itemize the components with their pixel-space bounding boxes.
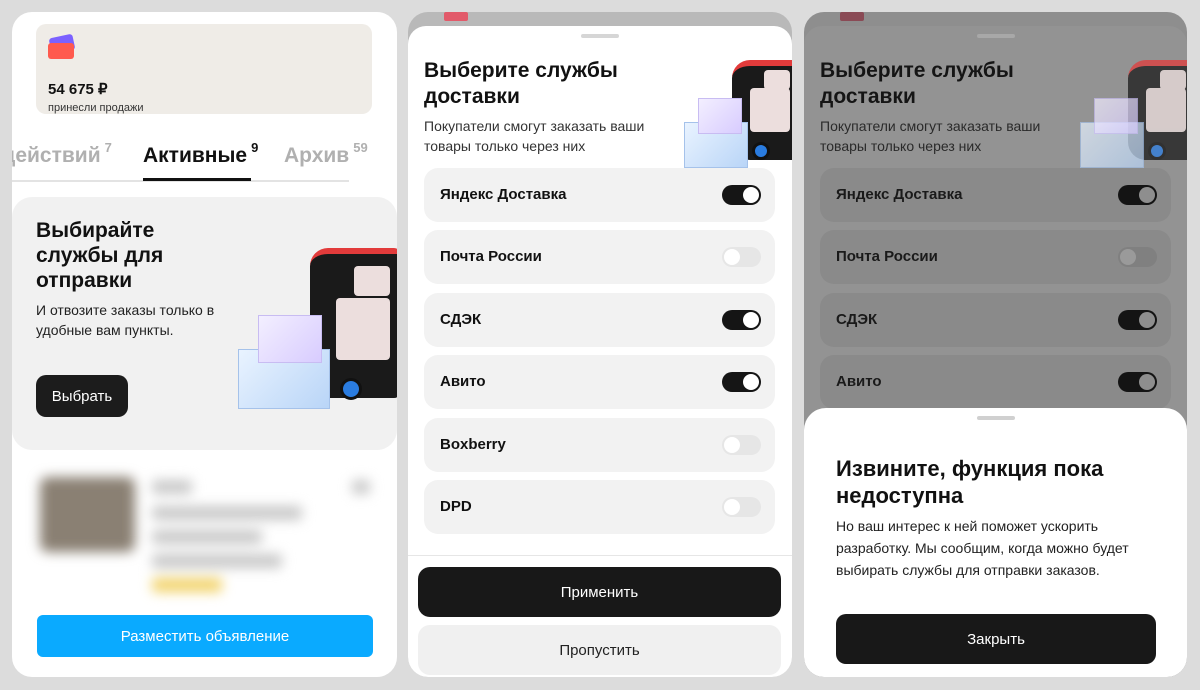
service-toggle <box>1118 372 1157 392</box>
sales-caption: принесли продажи <box>48 102 144 114</box>
blurred-listing <box>32 462 377 607</box>
modal-grabber[interactable] <box>976 416 1015 420</box>
sheet-grabber[interactable] <box>581 34 619 38</box>
box-illustration <box>698 98 742 134</box>
delivery-promo-card: Выбирайте службы для отправки И отвозите… <box>12 197 397 450</box>
tab-count: 9 <box>251 140 259 155</box>
service-name: DPD <box>440 498 472 515</box>
service-name: Почта России <box>440 248 542 265</box>
active-tab-indicator <box>143 178 251 181</box>
service-name: Яндекс Доставка <box>440 186 567 203</box>
service-row: СДЭК <box>820 293 1171 347</box>
tab-archive[interactable]: Архив 59 <box>284 140 368 168</box>
service-toggle[interactable] <box>722 247 761 267</box>
service-row[interactable]: Почта России <box>424 230 775 284</box>
service-row[interactable]: СДЭК <box>424 293 775 347</box>
service-row: Авито <box>820 355 1171 409</box>
sheet-title: Выберите службы доставки <box>820 59 1014 108</box>
tab-count: 7 <box>104 140 112 155</box>
service-name: СДЭК <box>440 311 482 328</box>
service-row[interactable]: DPD <box>424 480 775 534</box>
tab-inactive[interactable]: действий7 <box>12 140 112 168</box>
modal-title: Извините, функция пока недоступна <box>836 456 1104 508</box>
choose-button[interactable]: Выбрать <box>36 375 128 417</box>
listings-screen: 54 675 ₽ принесли продажи действий7 Акти… <box>12 12 397 677</box>
sheet-subtitle: Покупатели смогут заказать ваши товары т… <box>424 118 645 154</box>
divider <box>408 555 792 556</box>
tab-active[interactable]: Активные 9 <box>143 140 259 168</box>
sales-amount: 54 675 ₽ <box>48 81 108 98</box>
modal-text: Но ваш интерес к ней поможет ускорить ра… <box>836 518 1129 578</box>
service-name: Почта России <box>836 248 938 265</box>
service-name: Авито <box>836 373 882 390</box>
service-toggle[interactable] <box>722 497 761 517</box>
sheet-grabber <box>976 34 1015 38</box>
unavailable-modal: Извините, функция пока недоступна Но ваш… <box>804 408 1187 677</box>
service-toggle <box>1118 247 1157 267</box>
service-name: СДЭК <box>836 311 878 328</box>
service-toggle <box>1118 310 1157 330</box>
promo-title: Выбирайте службы для отправки <box>36 219 164 292</box>
sales-summary-card: 54 675 ₽ принесли продажи <box>36 24 372 114</box>
service-toggle[interactable] <box>722 185 761 205</box>
service-row[interactable]: Яндекс Доставка <box>424 168 775 222</box>
service-row: Почта России <box>820 230 1171 284</box>
service-toggle <box>1118 185 1157 205</box>
service-row[interactable]: Boxberry <box>424 418 775 472</box>
service-name: Boxberry <box>440 436 506 453</box>
box-illustration <box>1094 98 1138 134</box>
box-illustration <box>258 315 322 363</box>
service-toggle[interactable] <box>722 372 761 392</box>
service-name: Авито <box>440 373 486 390</box>
promo-text: И отвозите заказы только в удобные вам п… <box>36 302 215 338</box>
skip-button[interactable]: Пропустить <box>418 625 781 675</box>
service-row[interactable]: Авито <box>424 355 775 409</box>
listing-tabs: действий7 Активные9 Архив59 <box>12 140 397 194</box>
cards-icon <box>48 33 78 60</box>
close-button[interactable]: Закрыть <box>836 614 1156 664</box>
post-listing-button[interactable]: Разместить объявление <box>37 615 373 657</box>
service-row: Яндекс Доставка <box>820 168 1171 222</box>
sheet-title: Выберите службы доставки <box>424 59 618 108</box>
service-toggle[interactable] <box>722 310 761 330</box>
service-name: Яндекс Доставка <box>836 186 963 203</box>
apply-button[interactable]: Применить <box>418 567 781 617</box>
delivery-services-sheet: Выберите службы доставки Покупатели смог… <box>408 26 792 677</box>
service-toggle[interactable] <box>722 435 761 455</box>
sheet-subtitle: Покупатели смогут заказать ваши товары т… <box>820 118 1041 154</box>
tab-count: 59 <box>353 140 368 155</box>
delivery-services-screen: Выберите службы доставки Покупатели смог… <box>408 12 792 677</box>
unavailable-feature-screen: Выберите службы доставки Покупатели смог… <box>804 12 1187 677</box>
